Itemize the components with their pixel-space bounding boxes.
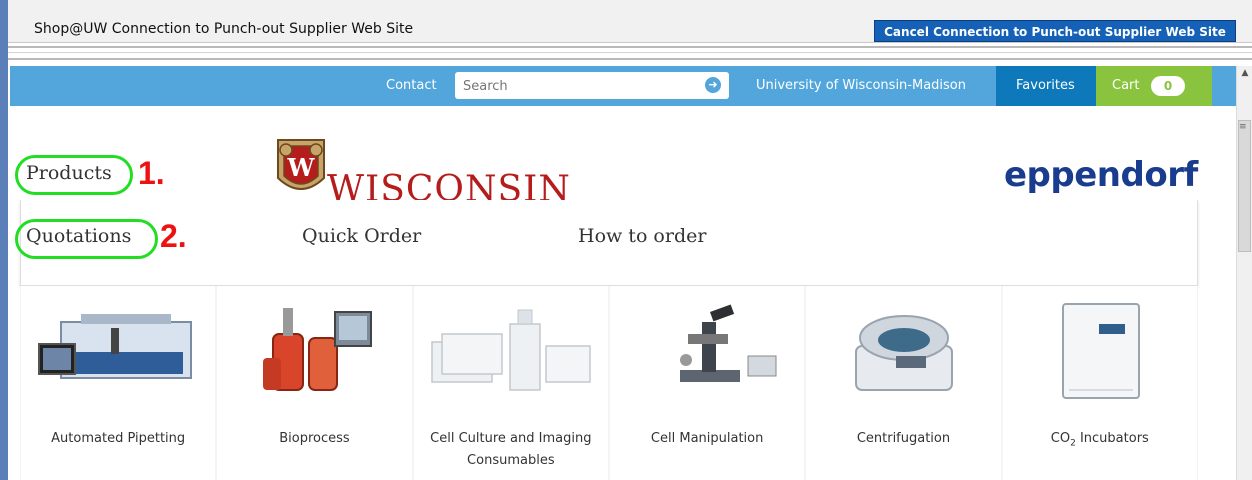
- category-card-automated-pipetting[interactable]: Automated Pipetting: [21, 286, 216, 480]
- annotation-ring-quotations: [15, 219, 158, 259]
- punchout-bar: Shop@UW Connection to Punch-out Supplier…: [8, 0, 1252, 43]
- top-nav: Contact ➜ University of Wisconsin-Madiso…: [10, 66, 1236, 106]
- uw-wordmark: WISCONSIN: [327, 169, 571, 202]
- punchout-title: Shop@UW Connection to Punch-out Supplier…: [34, 21, 414, 37]
- favorites-tab[interactable]: Favorites: [996, 66, 1096, 106]
- cell-culture-flasks-image: [430, 309, 591, 391]
- search-arrow-icon[interactable]: ➜: [705, 77, 721, 93]
- incubator-image: [1061, 303, 1140, 399]
- category-label: Cell Manipulation: [650, 431, 764, 446]
- annotation-number-2: 2.: [160, 218, 187, 254]
- category-card-bioprocess[interactable]: Bioprocess: [217, 286, 412, 480]
- contact-link[interactable]: Contact: [386, 78, 437, 93]
- uw-crest-letter: W: [287, 153, 316, 182]
- window-left-edge: [0, 0, 8, 480]
- scroll-up-arrow-icon[interactable]: ▲: [1239, 68, 1251, 80]
- category-label: Bioprocess: [279, 431, 350, 446]
- annotation-number-1: 1.: [138, 155, 165, 191]
- scroll-grip-icon: ≡: [1239, 122, 1247, 132]
- category-card-cell-manipulation[interactable]: Cell Manipulation: [609, 286, 805, 480]
- bioreactor-image: [263, 308, 373, 391]
- category-label: Centrifugation: [856, 431, 951, 446]
- category-label-co2-incubators: CO2 Incubators: [1009, 428, 1191, 455]
- category-card-co2-incubators[interactable]: CO2 Incubators: [1002, 286, 1197, 480]
- co2-label-rest: Incubators: [1075, 431, 1149, 446]
- divider: [8, 46, 1252, 60]
- category-label: Cell Culture and Imaging Consumables: [430, 431, 592, 468]
- quick-order-menu-link[interactable]: Quick Order: [302, 225, 421, 247]
- search-input[interactable]: [461, 76, 695, 96]
- category-grid: Automated Pipetting Bioprocess Cell Cult…: [20, 286, 1198, 480]
- cart-count-badge: 0: [1151, 76, 1185, 96]
- scroll-thumb[interactable]: [1238, 120, 1251, 252]
- category-label: Automated Pipetting: [51, 431, 186, 446]
- microscope-image: [679, 304, 777, 382]
- pipetting-robot-image: [38, 314, 192, 379]
- search-box: ➜: [455, 72, 729, 99]
- centrifuge-image: [855, 315, 954, 391]
- cart-label: Cart: [1112, 78, 1140, 93]
- university-link[interactable]: University of Wisconsin-Madison: [756, 78, 966, 93]
- scrollbar[interactable]: ▲ ≡: [1236, 66, 1252, 480]
- co2-label-main: CO: [1050, 431, 1071, 446]
- category-card-centrifugation[interactable]: Centrifugation: [806, 286, 1001, 480]
- cancel-connection-button[interactable]: Cancel Connection to Punch-out Supplier …: [874, 20, 1236, 42]
- favorites-label: Favorites: [1016, 78, 1075, 93]
- cart-tab[interactable]: Cart 0: [1096, 66, 1212, 106]
- category-card-cell-culture[interactable]: Cell Culture and Imaging Consumables: [413, 286, 608, 480]
- how-to-order-menu-link[interactable]: How to order: [578, 225, 706, 247]
- eppendorf-logo[interactable]: eppendorf: [1004, 155, 1198, 195]
- annotation-ring-products: [15, 155, 133, 195]
